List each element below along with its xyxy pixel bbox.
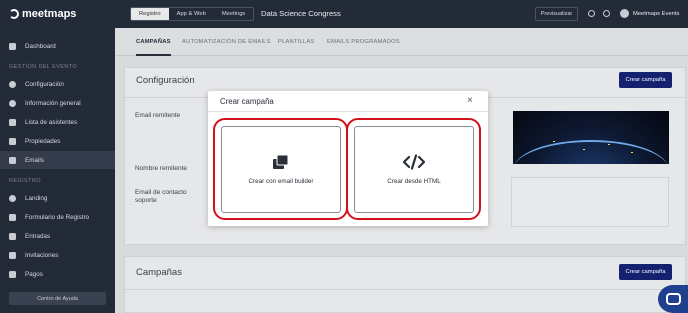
sidebar-item-label: Emails <box>25 156 44 164</box>
active-tab-indicator <box>136 54 171 56</box>
sidebar-item-label: Formulario de Registro <box>25 213 90 221</box>
sidebar-item-landing[interactable]: Landing <box>0 189 115 207</box>
tab-emails-programados[interactable]: EMAILS PROGRAMADOS <box>327 39 400 45</box>
create-campaign-button-2[interactable]: Crear campaña <box>619 264 672 280</box>
sidebar-item-label: Invitaciones <box>25 251 59 259</box>
tab-campanas[interactable]: CAMPAÑAS <box>136 39 171 45</box>
dashboard-icon <box>9 42 16 50</box>
config-title: Configuración <box>136 75 195 86</box>
info-icon[interactable] <box>603 10 610 17</box>
header-image <box>513 111 669 164</box>
tab-plantillas[interactable]: PLANTILLAS <box>278 39 314 45</box>
help-center-button[interactable]: Centro de Ayuda <box>9 292 106 305</box>
sidebar-item-label: Información general <box>25 99 81 107</box>
sidebar-item-configuracion[interactable]: Configuración <box>0 75 115 93</box>
event-title: Data Science Congress <box>261 9 341 18</box>
campaigns-card <box>124 256 686 313</box>
segment-meetings[interactable]: Meetings <box>214 8 254 20</box>
logo-text: meetmaps <box>22 8 77 20</box>
sidebar-item-formulario[interactable]: Formulario de Registro <box>0 208 115 226</box>
sidebar-item-propiedades[interactable]: Propiedades <box>0 132 115 150</box>
modal-title: Crear campaña <box>220 97 274 106</box>
globe-icon <box>9 194 16 202</box>
city-light <box>631 152 633 153</box>
sidebar-item-label: Lista de asistentes <box>25 118 78 126</box>
close-icon[interactable]: × <box>467 95 473 106</box>
sidebar-item-informacion[interactable]: Información general <box>0 94 115 112</box>
divider <box>124 289 686 290</box>
sidebar-item-pagos[interactable]: Pagos <box>0 265 115 283</box>
modal-divider <box>208 111 488 112</box>
form-icon <box>9 213 16 221</box>
sidebar-item-dashboard[interactable]: Dashboard <box>0 37 115 55</box>
sidebar-item-label: Landing <box>25 194 48 202</box>
envelope-icon <box>9 156 16 164</box>
sidebar: meetmaps Dashboard GESTIÓN DEL EVENTO Co… <box>0 0 115 313</box>
chat-button[interactable] <box>658 285 688 313</box>
tab-bar: CAMPAÑAS AUTOMATIZACIÓN DE EMAILS PLANTI… <box>115 28 688 56</box>
support-email-label: Email de contacto soporte <box>135 189 187 204</box>
sidebar-section-registro: REGISTRO <box>9 178 41 184</box>
city-light <box>608 144 610 145</box>
sender-name-label: Nombre remitente <box>135 165 188 172</box>
sidebar-item-label: Pagos <box>25 270 43 278</box>
earth-horizon <box>513 140 669 164</box>
info-icon <box>9 99 16 107</box>
sidebar-item-label: Dashboard <box>25 42 56 50</box>
credit-card-icon <box>9 270 16 278</box>
campaigns-title: Campañas <box>136 267 182 278</box>
sidebar-item-invitaciones[interactable]: Invitaciones <box>0 246 115 264</box>
sidebar-item-label: Entradas <box>25 232 51 240</box>
ticket-icon <box>9 232 16 240</box>
sidebar-item-emails[interactable]: Emails <box>0 151 115 169</box>
sender-email-label: Email remitente <box>135 112 181 119</box>
sidebar-item-label: Configuración <box>25 80 64 88</box>
segment-app-web[interactable]: App & Web <box>169 8 214 20</box>
city-light <box>553 141 555 142</box>
city-light <box>583 149 585 150</box>
user-menu[interactable]: Meetmaps Events <box>620 9 679 18</box>
gear-icon <box>9 80 16 88</box>
user-name: Meetmaps Events <box>633 10 680 17</box>
bell-icon[interactable] <box>588 10 595 17</box>
sidebar-item-asistentes[interactable]: Lista de asistentes <box>0 113 115 131</box>
avatar <box>620 9 629 18</box>
chat-icon <box>665 293 681 305</box>
module-switcher: Registro App & Web Meetings <box>130 7 255 21</box>
logo[interactable]: meetmaps <box>9 8 76 20</box>
sidebar-item-label: Propiedades <box>25 137 61 145</box>
sidebar-section-event: GESTIÓN DEL EVENTO <box>9 64 78 70</box>
sidebar-item-entradas[interactable]: Entradas <box>0 227 115 245</box>
highlight-annotation <box>213 118 348 220</box>
tab-automatizacion[interactable]: AUTOMATIZACIÓN DE EMAILS <box>182 39 271 45</box>
list-icon <box>9 137 16 145</box>
users-icon <box>9 118 16 126</box>
invitation-icon <box>9 251 16 259</box>
top-bar: Registro App & Web Meetings Data Science… <box>115 0 688 28</box>
logo-icon <box>9 9 19 19</box>
image-upload-area[interactable] <box>511 177 669 227</box>
create-campaign-button[interactable]: Crear campaña <box>619 72 672 88</box>
segment-registro[interactable]: Registro <box>131 8 169 20</box>
preview-button[interactable]: Previsualizar <box>535 7 578 21</box>
highlight-annotation <box>346 118 481 220</box>
